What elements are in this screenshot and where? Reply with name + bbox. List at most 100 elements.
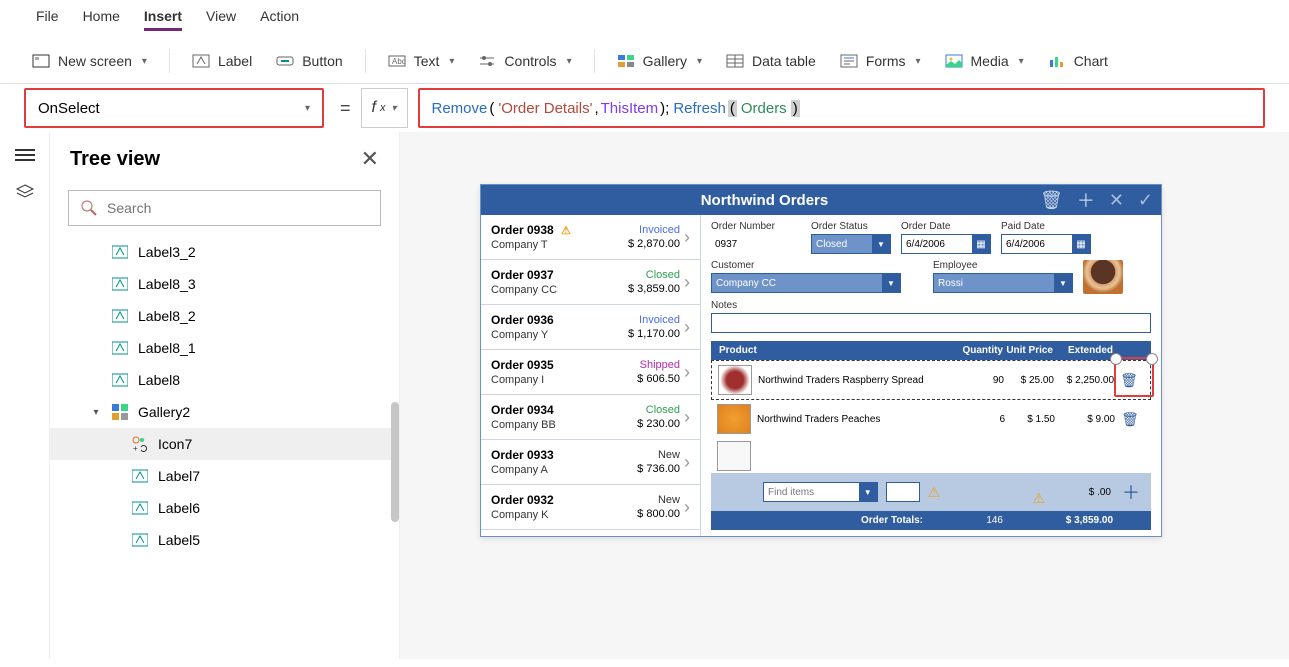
check-icon[interactable]: ✓ (1138, 190, 1153, 211)
order-item[interactable]: Order 0932Company KNew$ 800.00› (481, 485, 700, 530)
chevron-right-icon: › (684, 227, 690, 248)
tree-item-label5[interactable]: Label5 (50, 524, 399, 556)
warning-icon: ⚠︎ (561, 225, 571, 237)
menu-insert[interactable]: Insert (144, 8, 182, 31)
line-items: Northwind Traders Raspberry Spread90$ 25… (711, 360, 1151, 439)
forms-button[interactable]: Forms ▾ (832, 49, 929, 73)
cancel-icon[interactable]: ✕ (1109, 190, 1124, 211)
trash-icon[interactable]: 🗑︎ (1040, 190, 1063, 211)
order-item[interactable]: Order 0934Company BBClosed$ 230.00› (481, 395, 700, 440)
menu-home[interactable]: Home (83, 8, 120, 31)
find-items-select[interactable]: Find items▼ (763, 482, 878, 502)
new-screen-button[interactable]: New screen ▾ (24, 49, 155, 73)
tree-item-label6[interactable]: Label6 (50, 492, 399, 524)
add-line-row: Find items▼ ⚠︎ ⚠︎ $ .00 ＋ (711, 473, 1151, 511)
left-rail (0, 132, 50, 659)
tree-item-gallery2[interactable]: ▾Gallery2 (50, 396, 399, 428)
icon-control-icon: + (132, 436, 148, 452)
menu-action[interactable]: Action (260, 8, 299, 31)
notes-label: Notes (711, 300, 1151, 311)
svg-text:Abc: Abc (392, 57, 406, 66)
orders-list: Order 0938 ⚠︎Company TInvoiced$ 2,870.00… (481, 215, 701, 536)
media-label: Media (971, 53, 1009, 69)
app-titlebar: Northwind Orders 🗑︎ ＋ ✕ ✓ (481, 185, 1161, 215)
equals-sign: = (340, 98, 351, 119)
plus-icon[interactable]: ＋ (1077, 187, 1095, 213)
employee-select[interactable]: Rossi▼ (933, 273, 1073, 293)
menu-view[interactable]: View (206, 8, 236, 31)
chevron-down-icon: ▼ (882, 274, 900, 292)
order-item[interactable]: Order 0935Company IShipped$ 606.50› (481, 350, 700, 395)
detail-panel: Order Number0937 Order StatusClosed▼ Ord… (701, 215, 1161, 536)
chevron-down-icon: ▾ (567, 56, 572, 67)
text-button[interactable]: Abc Text ▾ (380, 49, 463, 73)
media-icon (945, 54, 963, 68)
button-button[interactable]: Button (268, 49, 350, 73)
controls-label: Controls (504, 53, 556, 69)
tree-item-label7[interactable]: Label7 (50, 460, 399, 492)
add-qty-input[interactable] (886, 482, 920, 502)
tree-view-panel: Tree view ✕ Label3_2Label8_3Label8_2Labe… (50, 132, 400, 659)
forms-icon (840, 54, 858, 68)
order-item[interactable]: Order 0933Company ANew$ 736.00› (481, 440, 700, 485)
menubar: File Home Insert View Action (0, 0, 1289, 39)
chart-button[interactable]: Chart (1040, 49, 1116, 73)
label-icon (132, 532, 148, 548)
chevron-down-icon: ▾ (391, 103, 396, 114)
controls-icon (478, 54, 496, 68)
search-input[interactable] (107, 200, 368, 216)
order-item[interactable]: Order 0937Company CCClosed$ 3,859.00› (481, 260, 700, 305)
tree-item-label8[interactable]: Label8 (50, 364, 399, 396)
label-icon (192, 54, 210, 68)
scrollbar-thumb[interactable] (391, 402, 399, 522)
tree-item-label8_2[interactable]: Label8_2 (50, 300, 399, 332)
tree-item-label8_1[interactable]: Label8_1 (50, 332, 399, 364)
add-line-button[interactable]: ＋ (1119, 479, 1143, 505)
delete-line-button[interactable]: 🗑︎ (1114, 372, 1144, 389)
tree-item-label8_3[interactable]: Label8_3 (50, 268, 399, 300)
label-icon (112, 340, 128, 356)
gallery-icon (617, 54, 635, 68)
separator (365, 49, 366, 73)
fx-button[interactable]: fx▾ (361, 88, 408, 128)
hamburger-icon[interactable] (15, 148, 35, 162)
chevron-down-icon: ▾ (915, 56, 920, 67)
notes-field[interactable] (711, 313, 1151, 333)
media-button[interactable]: Media ▾ (937, 49, 1032, 73)
order-item[interactable]: Order 0938 ⚠︎Company TInvoiced$ 2,870.00… (481, 215, 700, 260)
warning-icon: ⚠︎ (928, 484, 941, 501)
order-status-select[interactable]: Closed▼ (811, 234, 891, 254)
calendar-icon: ▦ (1072, 235, 1090, 253)
delete-line-button[interactable]: 🗑︎ (1115, 411, 1145, 428)
col-qty: Quantity (943, 345, 1003, 356)
order-number-field[interactable]: 0937 (711, 234, 801, 254)
toolbar: New screen ▾ Label Button Abc Text ▾ Con… (0, 39, 1289, 84)
app-preview: Northwind Orders 🗑︎ ＋ ✕ ✓ Order 0938 ⚠︎C… (480, 184, 1162, 537)
separator (169, 49, 170, 73)
chevron-down-icon: ▾ (697, 56, 702, 67)
tree-item-icon7[interactable]: +Icon7 (50, 428, 399, 460)
chevron-down-icon: ▾ (305, 103, 310, 114)
product-thumbnail (717, 441, 751, 471)
controls-button[interactable]: Controls ▾ (470, 49, 579, 73)
formula-input[interactable]: Remove( 'Order Details', ThisItem ); Ref… (418, 88, 1266, 128)
customer-select[interactable]: Company CC▼ (711, 273, 901, 293)
gallery-button[interactable]: Gallery ▾ (609, 49, 710, 73)
tree-search[interactable] (68, 190, 381, 226)
chevron-right-icon: › (684, 362, 690, 383)
order-item[interactable]: Order 0936Company YInvoiced$ 1,170.00› (481, 305, 700, 350)
label-button[interactable]: Label (184, 49, 260, 73)
data-table-button[interactable]: Data table (718, 49, 824, 73)
paid-date-field[interactable]: 6/4/2006▦ (1001, 234, 1091, 254)
menu-file[interactable]: File (36, 8, 59, 31)
add-amount: $ .00 (1061, 487, 1111, 498)
chevron-right-icon: › (684, 452, 690, 473)
close-icon[interactable]: ✕ (361, 146, 379, 172)
canvas[interactable]: Northwind Orders 🗑︎ ＋ ✕ ✓ Order 0938 ⚠︎C… (400, 132, 1289, 659)
order-date-field[interactable]: 6/4/2006▦ (901, 234, 991, 254)
tree-item-label3_2[interactable]: Label3_2 (50, 236, 399, 268)
line-item[interactable]: Northwind Traders Peaches6$ 1.50$ 9.00🗑︎ (711, 400, 1151, 439)
layers-icon[interactable] (15, 184, 35, 198)
line-item[interactable]: Northwind Traders Raspberry Spread90$ 25… (711, 360, 1151, 400)
property-selector[interactable]: OnSelect ▾ (24, 88, 324, 128)
